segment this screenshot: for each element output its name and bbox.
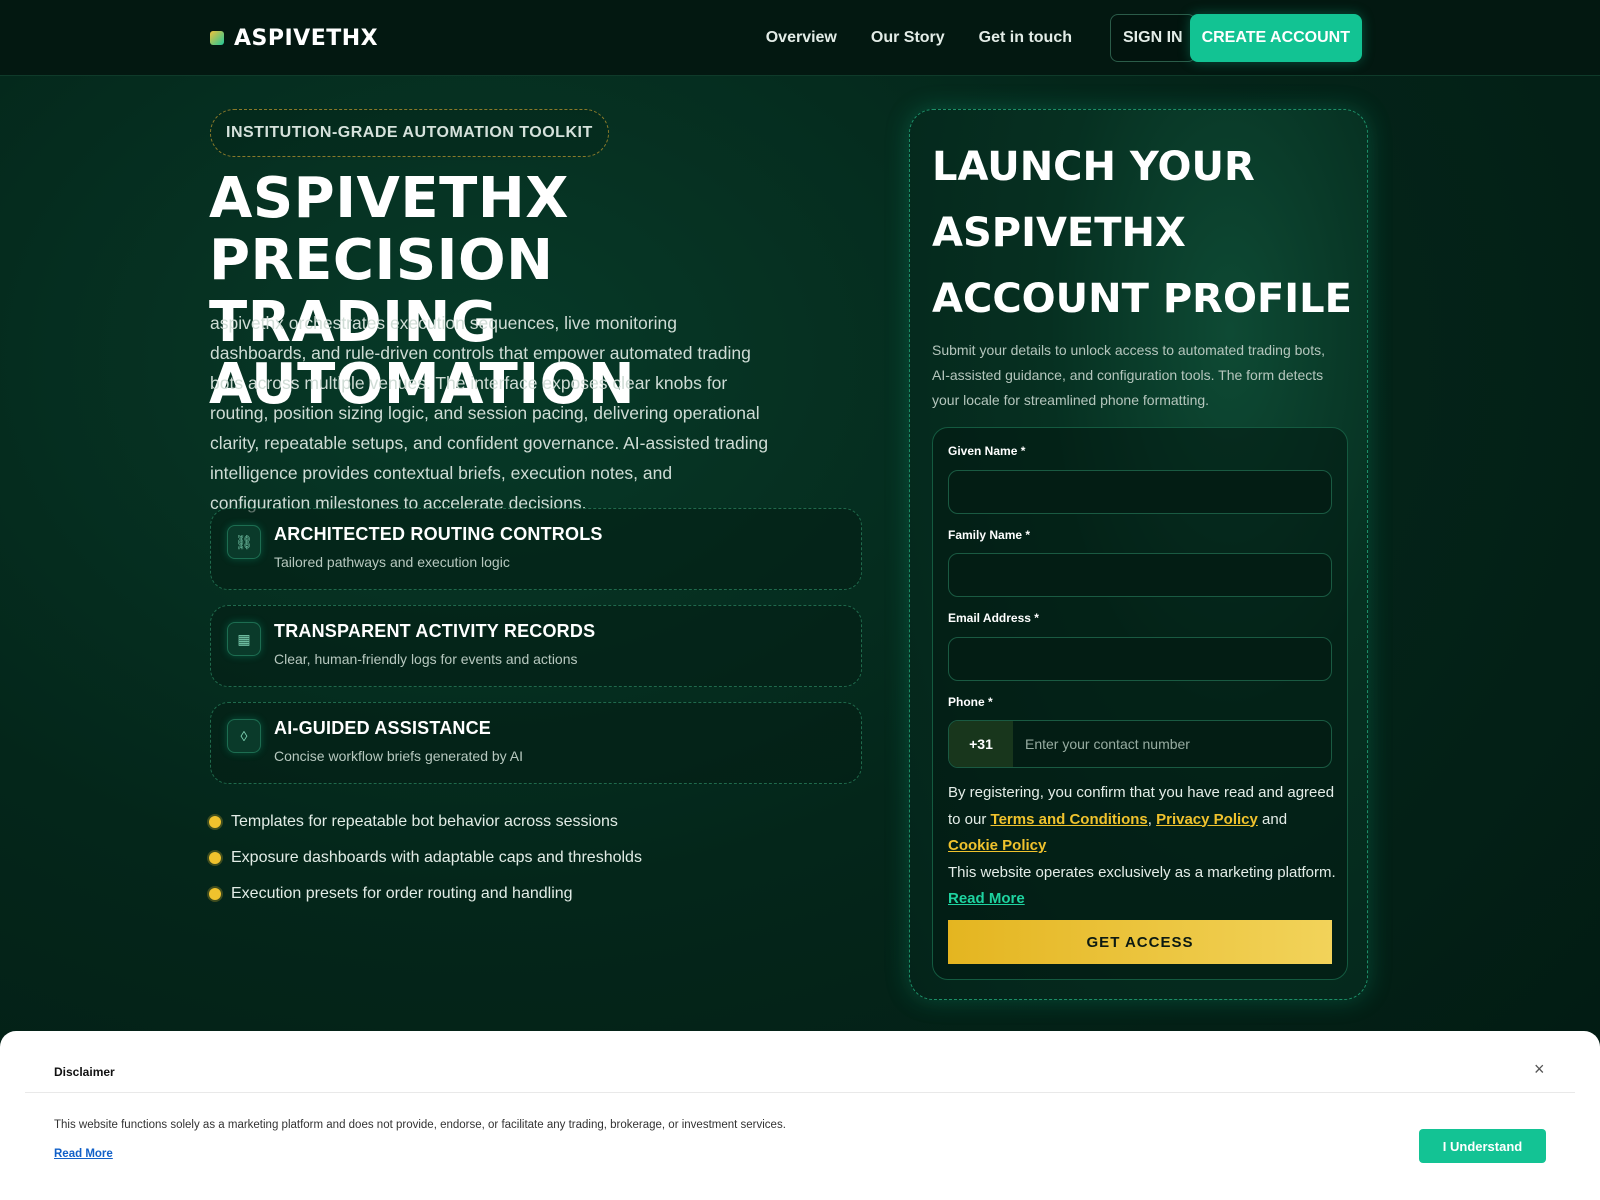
- consent-and: and: [1262, 810, 1288, 828]
- phone-input[interactable]: Enter your contact number: [1013, 721, 1331, 767]
- panel-description: Submit your details to unlock access to …: [932, 342, 1325, 408]
- disclaimer-text: This website functions solely as a marke…: [54, 1119, 786, 1131]
- cookie-link[interactable]: Cookie Policy: [948, 837, 1046, 854]
- sign-in-button[interactable]: SIGN IN: [1110, 14, 1196, 62]
- disclaimer-read-more-link[interactable]: Read More: [54, 1148, 113, 1160]
- bullet-dot-icon: [209, 888, 221, 900]
- hero-description: aspivethx orchestrates execution sequenc…: [210, 313, 769, 513]
- feature-subtitle: Tailored pathways and execution logic: [274, 554, 510, 570]
- family-name-input[interactable]: [948, 553, 1332, 597]
- i-understand-button[interactable]: I Understand: [1419, 1129, 1546, 1163]
- marketing-note: This website operates exclusively as a m…: [948, 863, 1336, 881]
- top-nav: ASPIVETHX Overview Our Story Get in touc…: [0, 0, 1600, 76]
- email-label: Email Address *: [948, 611, 1039, 625]
- phone-label: Phone *: [948, 695, 993, 709]
- consent-text: By registering, you confirm that you hav…: [948, 784, 1336, 907]
- phone-country-code[interactable]: +31: [949, 721, 1013, 767]
- feature-title: ARCHITECTED ROUTING CONTROLS: [274, 524, 603, 544]
- signup-panel: LAUNCH YOUR ASPIVETHX ACCOUNT PROFILE Su…: [909, 109, 1368, 1000]
- grid-icon: ▦: [227, 622, 261, 656]
- bullet-text: Execution presets for order routing and …: [231, 885, 573, 902]
- bullet-dot-icon: [209, 816, 221, 828]
- signup-form: Given Name * Family Name * Email Address…: [932, 427, 1348, 980]
- given-name-input[interactable]: [948, 470, 1332, 514]
- given-name-label: Given Name *: [948, 444, 1026, 458]
- bullet-dot-icon: [209, 852, 221, 864]
- nav-link-overview[interactable]: Overview: [766, 29, 837, 47]
- panel-title: LAUNCH YOUR ASPIVETHX ACCOUNT PROFILE: [932, 144, 1352, 322]
- divider: [25, 1092, 1575, 1093]
- benefit-list: Templates for repeatable bot behavior ac…: [209, 804, 642, 912]
- nav-links: Overview Our Story Get in touch SIGN IN …: [766, 14, 1362, 62]
- phone-field: +31 Enter your contact number: [948, 720, 1332, 768]
- feature-card-activity: ▦ TRANSPARENT ACTIVITY RECORDS Clear, hu…: [210, 605, 862, 687]
- nav-link-get-in-touch[interactable]: Get in touch: [979, 29, 1072, 47]
- get-access-button[interactable]: GET ACCESS: [948, 920, 1332, 964]
- disclaimer-banner: Disclaimer × This website functions sole…: [0, 1031, 1600, 1200]
- feature-card-routing: ⛓ ARCHITECTED ROUTING CONTROLS Tailored …: [210, 508, 862, 590]
- disclaimer-title: Disclaimer: [54, 1065, 115, 1079]
- hero-title-line-1: ASPIVETHX PRECISION: [209, 166, 569, 293]
- list-item: Execution presets for order routing and …: [209, 876, 642, 912]
- family-name-label: Family Name *: [948, 528, 1031, 542]
- feature-subtitle: Concise workflow briefs generated by AI: [274, 748, 524, 764]
- logo-mark-icon: [210, 31, 224, 45]
- feature-title: TRANSPARENT ACTIVITY RECORDS: [274, 621, 596, 641]
- email-input[interactable]: [948, 637, 1332, 681]
- bullet-text: Templates for repeatable bot behavior ac…: [231, 813, 618, 830]
- feature-card-ai: ◊ AI-GUIDED ASSISTANCE Concise workflow …: [210, 702, 862, 784]
- nav-link-our-story[interactable]: Our Story: [871, 29, 945, 47]
- routing-icon: ⛓: [227, 525, 261, 559]
- list-item: Templates for repeatable bot behavior ac…: [209, 804, 642, 840]
- create-account-button[interactable]: CREATE ACCOUNT: [1189, 14, 1362, 62]
- brand-name: ASPIVETHX: [234, 25, 379, 51]
- feature-title: AI-GUIDED ASSISTANCE: [274, 718, 492, 738]
- read-more-link[interactable]: Read More: [948, 890, 1025, 907]
- hero-badge: INSTITUTION-GRADE AUTOMATION TOOLKIT: [210, 109, 609, 157]
- feature-subtitle: Clear, human-friendly logs for events an…: [274, 651, 578, 667]
- close-icon[interactable]: ×: [1534, 1059, 1545, 1080]
- diamond-icon: ◊: [227, 719, 261, 753]
- nav-actions: SIGN IN CREATE ACCOUNT: [1110, 14, 1362, 62]
- bullet-text: Exposure dashboards with adaptable caps …: [231, 849, 642, 866]
- list-item: Exposure dashboards with adaptable caps …: [209, 840, 642, 876]
- terms-link[interactable]: Terms and Conditions: [991, 811, 1148, 828]
- privacy-link[interactable]: Privacy Policy: [1156, 811, 1258, 828]
- brand-logo[interactable]: ASPIVETHX: [210, 24, 378, 52]
